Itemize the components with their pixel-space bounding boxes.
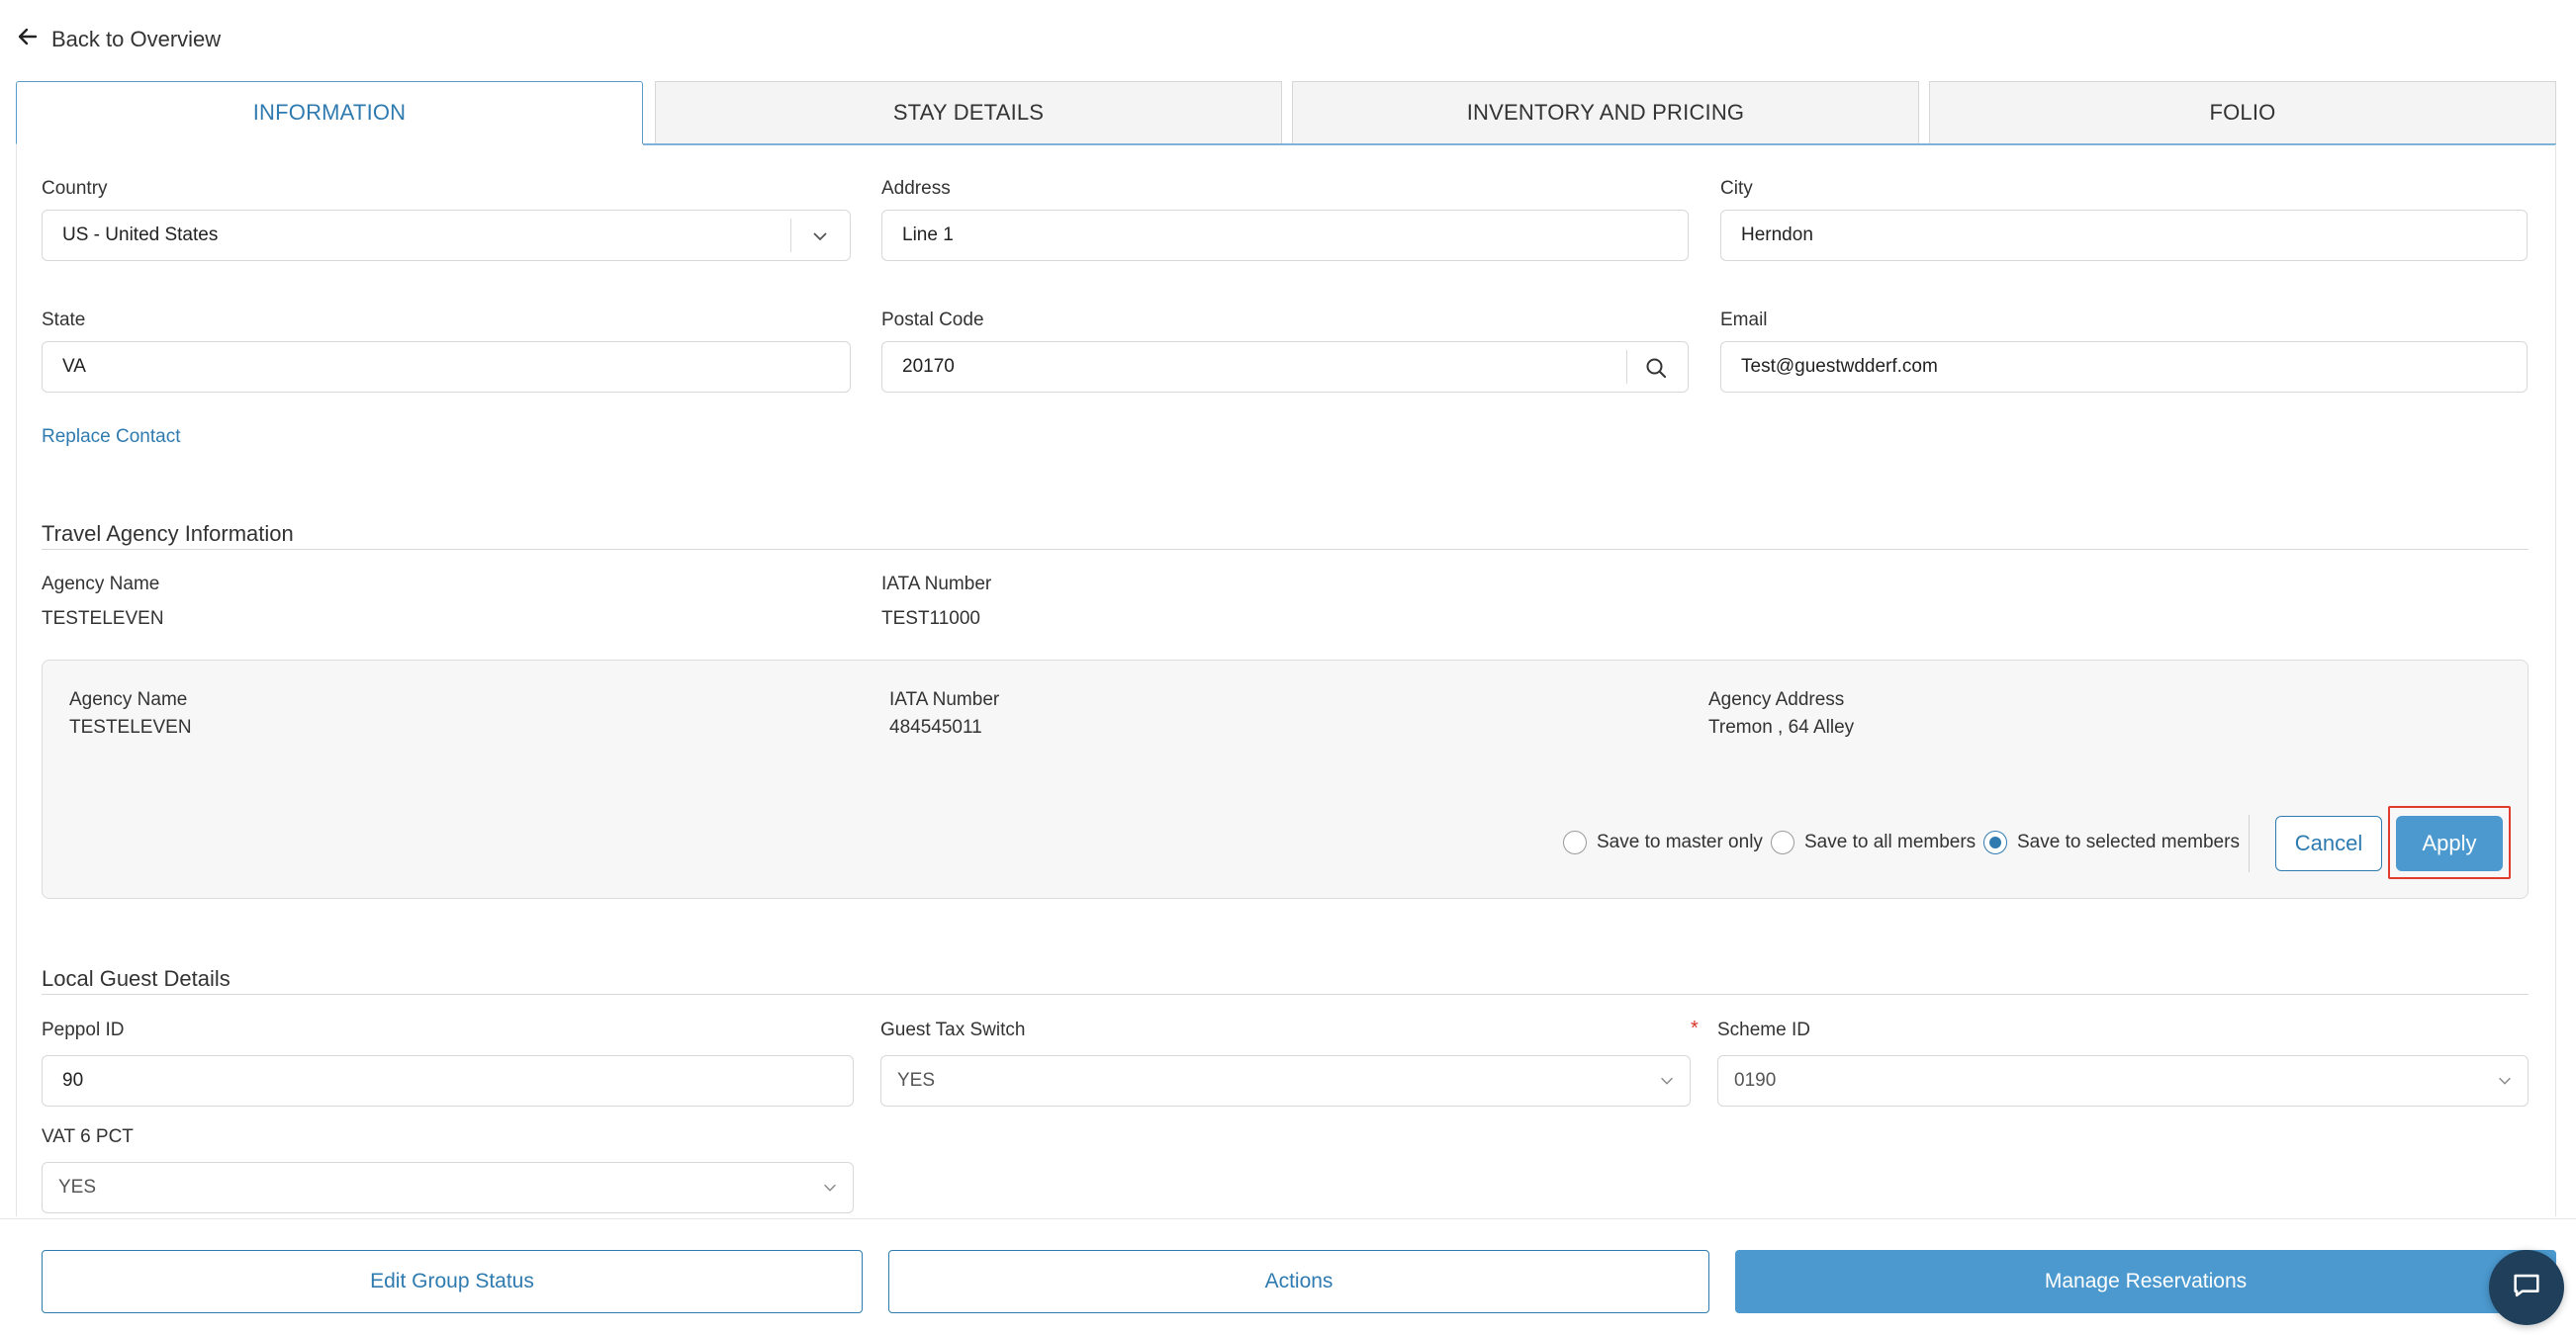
radio-label: Save to selected members	[2017, 832, 2240, 852]
radio-circle	[1771, 831, 1794, 854]
input-divider	[1626, 350, 1627, 384]
tab-information[interactable]: INFORMATION	[16, 81, 643, 144]
scheme-id-select[interactable]: 0190	[1717, 1055, 2529, 1107]
agency-name-value: TESTELEVEN	[42, 608, 164, 629]
email-label: Email	[1720, 310, 1768, 330]
peppol-id-input[interactable]: 90	[42, 1055, 854, 1107]
save-to-all-members-radio[interactable]: Save to all members	[1771, 831, 1976, 854]
peppol-id-label: Peppol ID	[42, 1020, 125, 1040]
manage-reservations-button[interactable]: Manage Reservations	[1735, 1250, 2556, 1313]
actions-divider	[2249, 815, 2250, 872]
country-label: Country	[42, 178, 108, 199]
radio-label: Save to master only	[1597, 832, 1763, 852]
tab-stay-details[interactable]: STAY DETAILS	[655, 81, 1282, 144]
chevron-down-icon	[1658, 1072, 1676, 1096]
back-to-overview-link[interactable]: Back to Overview	[16, 22, 221, 57]
address-label: Address	[881, 178, 951, 199]
email-value: Test@guestwdderf.com	[1741, 356, 1938, 377]
section-divider	[42, 549, 2529, 550]
peppol-id-value: 90	[62, 1070, 84, 1091]
tab-inventory-and-pricing[interactable]: INVENTORY AND PRICING	[1292, 81, 1919, 144]
chevron-down-icon	[810, 226, 830, 252]
radio-circle	[1563, 831, 1587, 854]
required-asterisk: *	[1691, 1018, 1699, 1039]
tab-folio[interactable]: FOLIO	[1929, 81, 2556, 144]
scheme-id-value: 0190	[1734, 1070, 1777, 1091]
arrow-left-icon	[16, 25, 40, 54]
search-icon[interactable]	[1644, 356, 1668, 386]
city-value: Herndon	[1741, 224, 1813, 245]
travel-agency-section-title: Travel Agency Information	[42, 521, 294, 546]
state-label: State	[42, 310, 86, 330]
edit-group-status-button[interactable]: Edit Group Status	[42, 1250, 863, 1313]
address-input[interactable]: Line 1	[881, 210, 1689, 261]
cancel-button[interactable]: Cancel	[2275, 816, 2382, 871]
email-input[interactable]: Test@guestwdderf.com	[1720, 341, 2528, 393]
card-agency-name-value: TESTELEVEN	[69, 717, 192, 738]
state-input[interactable]: VA	[42, 341, 851, 393]
vat-6-pct-label: VAT 6 PCT	[42, 1126, 134, 1147]
card-iata-value: 484545011	[889, 717, 982, 738]
iata-number-label: IATA Number	[881, 574, 992, 594]
card-iata-label: IATA Number	[889, 689, 1000, 710]
replace-contact-link[interactable]: Replace Contact	[42, 426, 180, 448]
guest-tax-switch-value: YES	[897, 1070, 936, 1091]
card-agency-address-label: Agency Address	[1708, 689, 1845, 710]
postal-code-label: Postal Code	[881, 310, 984, 330]
chevron-down-icon	[2496, 1072, 2514, 1096]
vat-6-pct-value: YES	[58, 1177, 97, 1198]
chat-button[interactable]	[2489, 1250, 2564, 1325]
save-to-selected-members-radio[interactable]: Save to selected members	[1983, 831, 2240, 854]
actions-button[interactable]: Actions	[888, 1250, 1709, 1313]
select-divider	[790, 219, 791, 252]
guest-tax-switch-label: Guest Tax Switch	[880, 1020, 1026, 1040]
chevron-down-icon	[821, 1179, 839, 1202]
agency-selection-card	[42, 660, 2529, 899]
card-agency-address-value: Tremon , 64 Alley	[1708, 717, 1855, 738]
apply-button[interactable]: Apply	[2396, 816, 2503, 871]
chat-icon	[2510, 1269, 2543, 1307]
country-value: US - United States	[62, 224, 219, 245]
guest-tax-switch-select[interactable]: YES	[880, 1055, 1691, 1107]
vat-6-pct-select[interactable]: YES	[42, 1162, 854, 1213]
city-label: City	[1720, 178, 1753, 199]
postal-code-value: 20170	[902, 356, 955, 377]
radio-circle-selected	[1983, 831, 2007, 854]
iata-number-value: TEST11000	[881, 608, 980, 629]
country-select[interactable]: US - United States	[42, 210, 851, 261]
address-value: Line 1	[902, 224, 954, 245]
tab-bar: INFORMATION STAY DETAILS INVENTORY AND P…	[16, 81, 2556, 144]
agency-name-label: Agency Name	[42, 574, 160, 594]
city-input[interactable]: Herndon	[1720, 210, 2528, 261]
section-divider	[42, 994, 2529, 995]
postal-code-input[interactable]: 20170	[881, 341, 1689, 393]
card-agency-name-label: Agency Name	[69, 689, 188, 710]
state-value: VA	[62, 356, 86, 377]
radio-label: Save to all members	[1804, 832, 1977, 852]
local-guest-section-title: Local Guest Details	[42, 966, 230, 991]
back-link-label: Back to Overview	[51, 27, 222, 51]
save-to-master-only-radio[interactable]: Save to master only	[1563, 831, 1763, 854]
scheme-id-label: Scheme ID	[1717, 1020, 1810, 1040]
